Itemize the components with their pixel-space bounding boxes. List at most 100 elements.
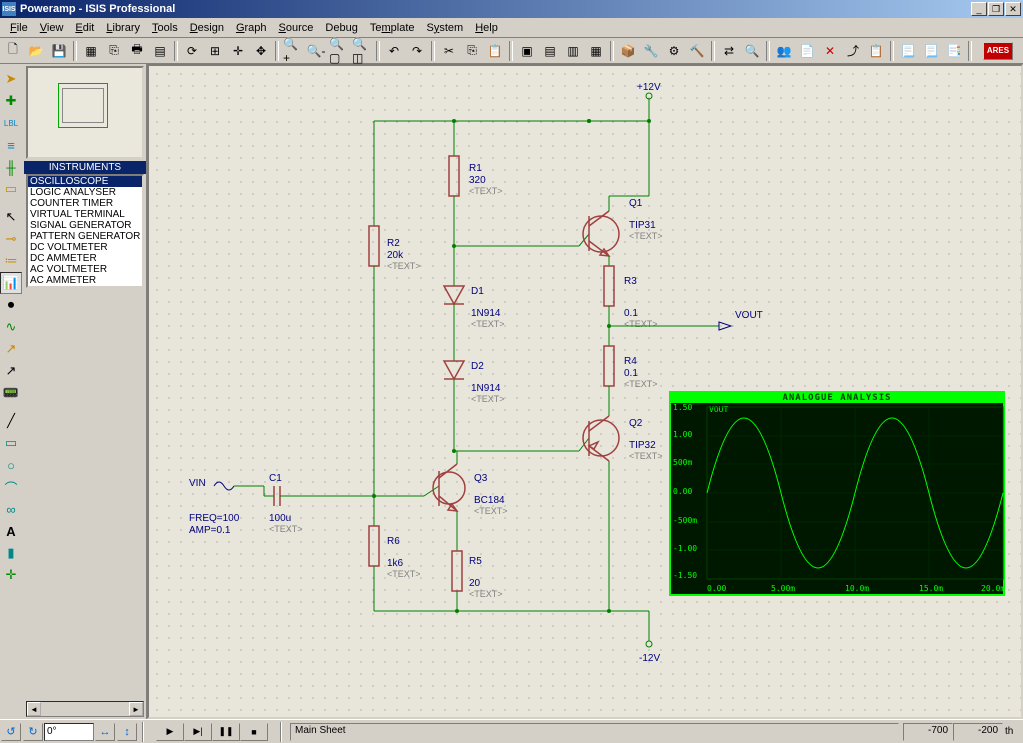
paste-icon[interactable]: 📋 (484, 40, 506, 62)
step-button[interactable]: ▶| (184, 723, 212, 741)
overview-window[interactable] (26, 66, 144, 159)
grid-icon[interactable]: ⊞ (204, 40, 226, 62)
inst-dc-ammeter[interactable]: DC AMMETER (28, 253, 142, 264)
angle-input[interactable] (44, 723, 94, 741)
delete-sheet-icon[interactable]: ✕ (819, 40, 841, 62)
redo-icon[interactable]: ↷ (406, 40, 428, 62)
menu-design[interactable]: Design (184, 20, 230, 36)
junction-mode-icon[interactable]: ✚ (0, 90, 22, 112)
print-icon[interactable]: 🖶 (126, 40, 148, 62)
zoom-area-icon[interactable]: 🔍◫ (351, 40, 373, 62)
print-area-icon[interactable]: ▦ (80, 40, 102, 62)
line-icon[interactable]: ╱ (0, 410, 22, 432)
block-rotate-icon[interactable]: ▥ (562, 40, 584, 62)
inst-virtual-terminal[interactable]: VIRTUAL TERMINAL (28, 209, 142, 220)
inst-dc-voltmeter[interactable]: DC VOLTMETER (28, 242, 142, 253)
bus-mode-icon[interactable]: ╫ (0, 156, 22, 178)
block-move-icon[interactable]: ▤ (539, 40, 561, 62)
schematic-canvas[interactable]: +12V R1 320 <TEXT> R2 20k <TEXT> (147, 64, 1023, 719)
block-copy-icon[interactable]: ▣ (516, 40, 538, 62)
markup-icon[interactable]: ▤ (149, 40, 171, 62)
toggle-wire-icon[interactable]: ⇄ (718, 40, 740, 62)
generator-mode-icon[interactable]: ∿ (0, 316, 22, 338)
property-icon[interactable]: 👥 (773, 40, 795, 62)
terminal-mode-icon[interactable]: ⊸ (0, 228, 22, 250)
menu-help[interactable]: Help (469, 20, 504, 36)
menu-library[interactable]: Library (100, 20, 146, 36)
text-mode-icon[interactable]: ≡ (0, 134, 22, 156)
inst-signal-generator[interactable]: SIGNAL GENERATOR (28, 220, 142, 231)
decompose-icon[interactable]: 🔨 (686, 40, 708, 62)
rotate-cw-icon[interactable]: ↻ (23, 723, 43, 741)
exit-icon[interactable]: ⤴ (842, 40, 864, 62)
block-delete-icon[interactable]: ▦ (585, 40, 607, 62)
menu-graph[interactable]: Graph (230, 20, 273, 36)
search-icon[interactable]: 🔍 (741, 40, 763, 62)
marker-icon[interactable]: ✛ (0, 564, 22, 586)
packaging-icon[interactable]: ⚙ (663, 40, 685, 62)
subcircuit-mode-icon[interactable]: ▭ (0, 178, 22, 200)
menu-tools[interactable]: Tools (146, 20, 184, 36)
pan-icon[interactable]: ✥ (250, 40, 272, 62)
label-mode-icon[interactable]: LBL (0, 112, 22, 134)
zoom-sheet-icon[interactable]: 📋 (865, 40, 887, 62)
copy-icon[interactable]: ⎘ (461, 40, 483, 62)
inst-oscilloscope[interactable]: OSCILLOSCOPE (28, 176, 142, 187)
menu-edit[interactable]: Edit (69, 20, 100, 36)
selection-mode-icon[interactable]: ↖ (0, 206, 22, 228)
probe-i-icon[interactable]: ↗ (0, 360, 22, 382)
pick-device-icon[interactable]: 📦 (617, 40, 639, 62)
text-icon[interactable]: A (0, 520, 22, 542)
refresh-icon[interactable]: ⟳ (181, 40, 203, 62)
menu-template[interactable]: Template (364, 20, 421, 36)
stop-button[interactable]: ■ (240, 723, 268, 741)
new-icon[interactable]: 🗋 (2, 40, 24, 62)
open-icon[interactable]: 📂 (25, 40, 47, 62)
tape-mode-icon[interactable]: ⏺ (0, 294, 22, 316)
inst-ac-ammeter[interactable]: AC AMMETER (28, 275, 142, 286)
rotate-ccw-icon[interactable]: ↺ (1, 723, 21, 741)
path-icon[interactable]: ∞ (0, 498, 22, 520)
flip-v-icon[interactable]: ↕ (117, 723, 137, 741)
netlist-icon[interactable]: 📑 (943, 40, 965, 62)
inst-logic-analyser[interactable]: LOGIC ANALYSER (28, 187, 142, 198)
ares-button[interactable]: ARES (983, 42, 1013, 60)
bom-icon[interactable]: 📃 (897, 40, 919, 62)
graph-mode-icon[interactable]: 📊 (0, 272, 22, 294)
import-icon[interactable]: ⎘ (103, 40, 125, 62)
close-button[interactable]: ✕ (1005, 2, 1021, 16)
component-mode-icon[interactable]: ➤ (0, 68, 22, 90)
zoom-all-icon[interactable]: 🔍▢ (328, 40, 350, 62)
make-device-icon[interactable]: 🔧 (640, 40, 662, 62)
zoom-in-icon[interactable]: 🔍+ (282, 40, 304, 62)
save-icon[interactable]: 💾 (48, 40, 70, 62)
erc-icon[interactable]: 📃 (920, 40, 942, 62)
inst-counter-timer[interactable]: COUNTER TIMER (28, 198, 142, 209)
cut-icon[interactable]: ✂ (438, 40, 460, 62)
zoom-out-icon[interactable]: 🔍- (305, 40, 327, 62)
menu-source[interactable]: Source (273, 20, 320, 36)
side-scrollbar[interactable]: ◄► (26, 701, 144, 717)
instrument-mode-icon[interactable]: 📟 (0, 382, 22, 404)
menu-system[interactable]: System (421, 20, 470, 36)
play-button[interactable]: ▶ (156, 723, 184, 741)
pin-mode-icon[interactable]: ≔ (0, 250, 22, 272)
inst-ac-voltmeter[interactable]: AC VOLTMETER (28, 264, 142, 275)
menu-view[interactable]: View (34, 20, 70, 36)
menu-file[interactable]: File (4, 20, 34, 36)
symbol-icon[interactable]: ▮ (0, 542, 22, 564)
circle-icon[interactable]: ○ (0, 454, 22, 476)
flip-h-icon[interactable]: ↔ (95, 723, 115, 741)
pause-button[interactable]: ❚❚ (212, 723, 240, 741)
probe-v-icon[interactable]: ↗ (0, 338, 22, 360)
origin-icon[interactable]: ✛ (227, 40, 249, 62)
undo-icon[interactable]: ↶ (383, 40, 405, 62)
menu-debug[interactable]: Debug (319, 20, 363, 36)
maximize-button[interactable]: ❐ (988, 2, 1004, 16)
new-sheet-icon[interactable]: 📄 (796, 40, 818, 62)
box-icon[interactable]: ▭ (0, 432, 22, 454)
arc-icon[interactable]: ⌒ (0, 476, 22, 498)
minimize-button[interactable]: _ (971, 2, 987, 16)
analogue-analysis-graph[interactable]: ANALOGUE ANALYSIS VOUT (669, 391, 1005, 596)
inst-pattern-generator[interactable]: PATTERN GENERATOR (28, 231, 142, 242)
